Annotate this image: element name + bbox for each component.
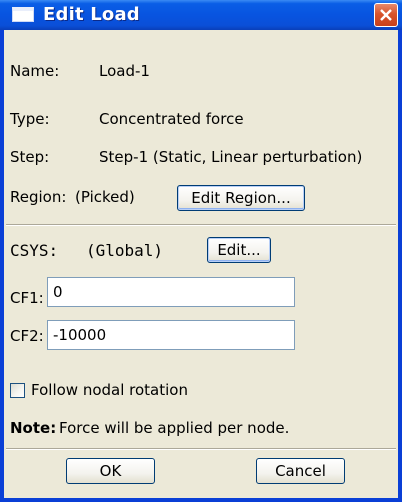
name-label: Name: [10,62,60,80]
note-label: Note: [10,419,57,437]
edit-region-button[interactable]: Edit Region... [177,185,305,211]
cf1-input[interactable]: 0 [47,277,295,307]
dialog-body: Name: Load-1 Type: Concentrated force St… [4,30,398,498]
close-icon [380,9,392,21]
cancel-button[interactable]: Cancel [256,458,345,484]
type-value: Concentrated force [99,110,244,128]
csys-label: CSYS: [10,241,59,260]
window-icon [12,7,34,22]
ok-button[interactable]: OK [66,458,155,484]
title-bar[interactable]: Edit Load [0,0,402,30]
close-button[interactable] [374,3,398,27]
follow-nodal-rotation-label[interactable]: Follow nodal rotation [31,381,188,399]
region-value: (Picked) [75,188,135,206]
step-label: Step: [10,148,50,166]
follow-nodal-rotation-checkbox[interactable] [10,383,25,398]
note-text: Force will be applied per node. [59,419,290,437]
name-value: Load-1 [99,62,150,80]
separator [6,224,396,226]
region-label: Region: [10,188,67,206]
csys-value: (Global) [86,241,164,260]
cf2-input[interactable]: -10000 [47,320,295,350]
step-value: Step-1 (Static, Linear perturbation) [99,148,363,166]
dialog-title: Edit Load [43,4,140,25]
footer-separator [6,448,396,450]
cf1-label: CF1: [10,289,44,307]
csys-edit-button[interactable]: Edit... [207,237,271,263]
cf2-label: CF2: [10,327,44,345]
edit-load-dialog: Edit Load Name: Load-1 Type: Concentrate… [0,0,402,502]
type-label: Type: [10,110,50,128]
